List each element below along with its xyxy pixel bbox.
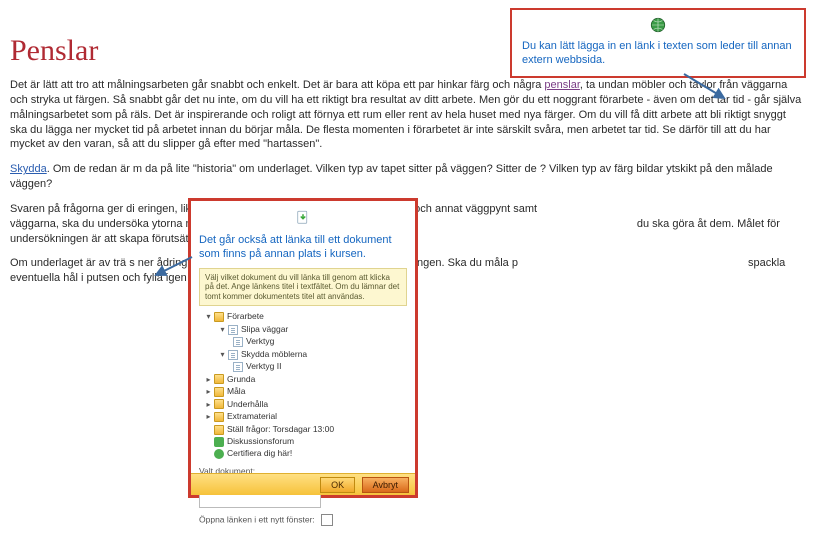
tree-label: Ställ frågor: Torsdagar 13:00 [227,424,334,434]
tree-label: Grunda [227,374,255,384]
globe-link-icon [649,16,667,34]
callout-text: Du kan lätt lägga in en länk i texten so… [522,39,794,68]
paragraph-1: Det är lätt att tro att målningsarbeten … [10,78,804,152]
folder-icon [214,387,224,397]
tree-node-grunda[interactable]: ▸ Grunda [199,373,407,386]
cancel-button[interactable]: Avbryt [362,477,409,493]
forum-icon [214,437,224,447]
tree-node-forarbete[interactable]: ▾ Förarbete [199,310,407,323]
expand-icon[interactable]: ▸ [205,411,212,423]
document-icon [228,325,238,335]
document-tree[interactable]: ▾Förarbete ▾Slipa väggar Verktyg ▾Skydda… [199,310,407,459]
tree-label: Verktyg [246,336,274,346]
para2-a: . Om de redan är m [47,163,142,175]
paragraph-2: Skydda. Om de redan är m da på lite "his… [10,162,804,192]
tree-node-cert[interactable]: Certifiera dig här! [199,447,407,459]
folder-icon [214,374,224,384]
tree-label: Förarbete [227,311,264,321]
collapse-icon[interactable]: ▾ [219,324,226,336]
expand-icon[interactable]: ▸ [205,374,212,386]
tree-node-extra[interactable]: ▸ Extramaterial [199,410,407,423]
link-title-input[interactable] [199,494,321,508]
tree-label: Extramaterial [227,411,277,421]
ok-button[interactable]: OK [320,477,355,493]
tree-node-mala[interactable]: ▸ Måla [199,385,407,398]
folder-icon [214,412,224,422]
tree-label: Diskussionsforum [227,436,294,446]
folder-icon [214,399,224,409]
tree-label: Måla [227,386,245,396]
para3-a: Svaren på frågorna ger di [10,203,135,215]
tree-node-verktyg[interactable]: Verktyg [199,335,407,347]
para2-b: da på lite "historia" om underlaget. Vil… [145,163,537,175]
tree-node-verktyg2[interactable]: Verktyg II [199,360,407,372]
open-new-window-row: Öppna länken i ett nytt fönster: [199,514,407,526]
tree-node-stall[interactable]: Ställ frågor: Torsdagar 13:00 [199,423,407,435]
dialog-instruction: Välj vilket dokument du vill länka till … [199,268,407,307]
folder-icon [214,312,224,322]
para1-text-a: Det är lätt att tro att målningsarbeten … [10,79,544,91]
tree-label: Skydda möblerna [241,349,307,359]
tree-node-diskussion[interactable]: Diskussionsforum [199,435,407,447]
tree-label: Certifiera dig här! [227,448,292,458]
callout-icon-row [522,16,794,37]
callout-external-link: Du kan lätt lägga in en länk i texten so… [510,8,806,78]
skydda-link[interactable]: Skydda [10,163,47,175]
tree-label: Underhålla [227,399,268,409]
document-icon [233,362,243,372]
certificate-icon [214,449,224,459]
tree-node-skydda[interactable]: ▾ Skydda möblerna [199,348,407,361]
tree-node-underhalla[interactable]: ▸ Underhålla [199,398,407,411]
dialog-footer: OK Avbryt [191,473,415,495]
tree-label: Slipa väggar [241,324,288,334]
document-arrow-icon [294,209,312,227]
document-icon [233,337,243,347]
collapse-icon[interactable]: ▾ [205,311,212,323]
expand-icon[interactable]: ▸ [205,399,212,411]
collapse-icon[interactable]: ▾ [219,349,226,361]
penslar-link[interactable]: penslar [544,79,579,91]
link-document-dialog: Det går också att länka till ett dokumen… [188,198,418,498]
dialog-note: Det går också att länka till ett dokumen… [199,233,407,262]
folder-icon [214,425,224,435]
open-new-window-label: Öppna länken i ett nytt fönster: [199,514,315,524]
expand-icon[interactable]: ▸ [205,386,212,398]
document-icon [228,350,238,360]
open-new-window-checkbox[interactable] [321,514,333,526]
tree-label: Verktyg II [246,361,281,371]
dialog-header-icon [199,209,407,229]
tree-node-slipa[interactable]: ▾ Slipa väggar [199,323,407,336]
para4-a: Om underlaget är av trä s [10,257,135,269]
